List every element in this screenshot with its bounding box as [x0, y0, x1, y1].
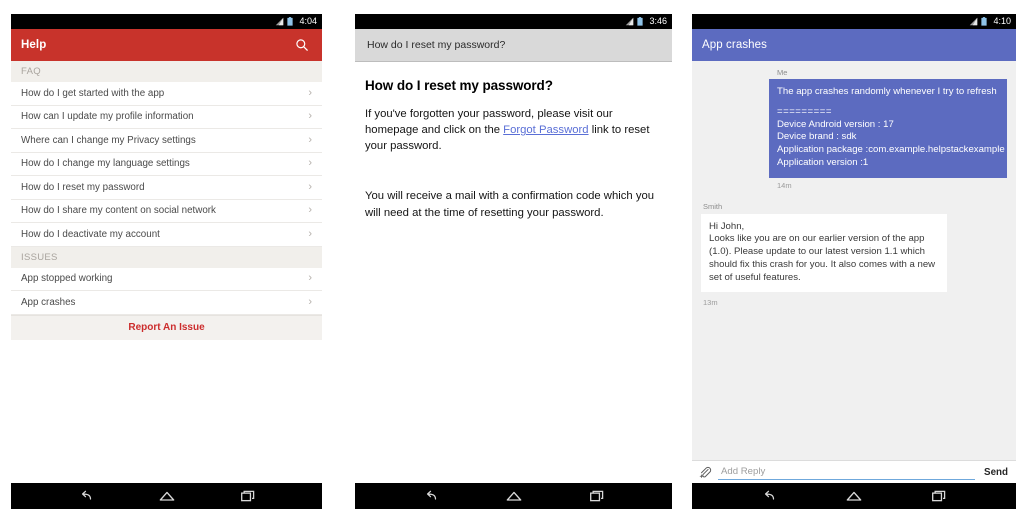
- chevron-right-icon: ›: [308, 272, 312, 285]
- message-bubble[interactable]: Hi John, Looks like you are on our earli…: [701, 213, 947, 293]
- android-nav-bar: [692, 483, 1016, 509]
- message-greeting: Hi John,: [709, 220, 745, 232]
- screenshot-stage: 4:04 Help FAQ How do I get started with …: [0, 0, 1024, 522]
- message-outgoing: Me The app crashes randomly whenever I t…: [701, 68, 1007, 190]
- list-item[interactable]: Where can I change my Privacy settings ›: [11, 129, 322, 153]
- chevron-right-icon: ›: [308, 133, 312, 146]
- search-icon[interactable]: [292, 35, 312, 55]
- chevron-right-icon: ›: [308, 204, 312, 217]
- article-paragraph-2: You will receive a mail with a confirmat…: [365, 190, 655, 219]
- list-item-label: How do I change my language settings: [21, 158, 190, 170]
- message-bubble[interactable]: The app crashes randomly whenever I try …: [769, 79, 1007, 178]
- status-bar-time: 3:46: [649, 16, 667, 26]
- chevron-right-icon: ›: [308, 157, 312, 170]
- message-body: Looks like you are on our earlier versio…: [709, 233, 936, 283]
- message-device-android-version: Device Android version : 17: [777, 118, 894, 130]
- report-an-issue-label: Report An Issue: [128, 322, 205, 333]
- list-item-label: How do I reset my password: [21, 181, 145, 193]
- article-heading: How do I reset my password?: [365, 78, 553, 93]
- home-icon[interactable]: [499, 486, 529, 506]
- message-author: Smith: [703, 201, 723, 211]
- message-application-package: Application package :com.example.helpsta…: [777, 144, 1005, 155]
- chevron-right-icon: ›: [308, 227, 312, 240]
- home-icon[interactable]: [152, 486, 182, 506]
- recents-icon[interactable]: [582, 486, 612, 506]
- back-icon[interactable]: [416, 486, 446, 506]
- list-item[interactable]: How do I change my language settings ›: [11, 152, 322, 176]
- status-bar: 4:10: [692, 14, 1016, 29]
- article-title-bar: How do I reset my password?: [355, 29, 672, 62]
- app-bar: App crashes: [692, 29, 1016, 61]
- list-item-label: How do I get started with the app: [21, 87, 165, 99]
- message-application-version: Application version :1: [777, 156, 869, 168]
- list-item[interactable]: How do I get started with the app ›: [11, 82, 322, 106]
- list-item-label: App crashes: [21, 296, 76, 308]
- forgot-password-link[interactable]: Forgot Password: [503, 124, 588, 136]
- section-header-faq: FAQ: [11, 61, 322, 82]
- message-timestamp: 13m: [703, 298, 718, 308]
- chevron-right-icon: ›: [308, 86, 312, 99]
- list-item-label: How do I deactivate my account: [21, 228, 160, 240]
- recents-icon[interactable]: [233, 486, 263, 506]
- chevron-right-icon: ›: [308, 295, 312, 308]
- send-button[interactable]: Send: [983, 467, 1009, 478]
- list-item[interactable]: How do I reset my password ›: [11, 176, 322, 200]
- chevron-right-icon: ›: [308, 110, 312, 123]
- list-item[interactable]: How can I update my profile information …: [11, 105, 322, 129]
- list-item-label: App stopped working: [21, 273, 113, 285]
- reply-input[interactable]: [718, 464, 976, 480]
- back-icon[interactable]: [71, 486, 101, 506]
- app-bar: Help: [11, 29, 322, 61]
- list-item[interactable]: App crashes ›: [11, 291, 322, 315]
- list-item[interactable]: How do I deactivate my account ›: [11, 223, 322, 247]
- help-list: FAQ How do I get started with the app › …: [11, 61, 322, 483]
- list-item-label: How do I share my content on social netw…: [21, 205, 216, 217]
- status-bar-time: 4:04: [299, 16, 317, 26]
- attachment-icon[interactable]: [697, 464, 713, 480]
- message-author: Me: [777, 68, 788, 77]
- android-nav-bar: [11, 483, 322, 509]
- message-line: The app crashes randomly whenever I try …: [777, 86, 997, 97]
- phone-screen-conversation: 4:10 App crashes Me The app crashes rand…: [692, 14, 1016, 509]
- recents-icon[interactable]: [924, 486, 954, 506]
- list-item-label: How can I update my profile information: [21, 111, 194, 123]
- status-bar-time: 4:10: [993, 16, 1011, 26]
- chevron-right-icon: ›: [308, 180, 312, 193]
- status-bar: 3:46: [355, 14, 672, 29]
- home-icon[interactable]: [839, 486, 869, 506]
- section-header-issues: ISSUES: [11, 246, 322, 268]
- page-title: App crashes: [702, 39, 768, 51]
- message-device-brand: Device brand : sdk: [777, 131, 857, 143]
- phone-screen-article: 3:46 How do I reset my password? How do …: [355, 14, 672, 509]
- message-incoming: Smith Hi John, Looks like you are on our…: [701, 196, 1007, 311]
- phone-screen-help-list: 4:04 Help FAQ How do I get started with …: [11, 14, 322, 509]
- message-separator: =========: [777, 105, 832, 117]
- page-title: Help: [21, 39, 47, 51]
- back-icon[interactable]: [754, 486, 784, 506]
- list-item[interactable]: How do I share my content on social netw…: [11, 199, 322, 223]
- message-timestamp: 14m: [777, 180, 792, 190]
- article-paragraph-1: If you've forgotten your password, pleas…: [365, 106, 660, 154]
- article-title-bar-label: How do I reset my password?: [367, 39, 506, 51]
- status-bar: 4:04: [11, 14, 322, 29]
- list-item-label: Where can I change my Privacy settings: [21, 134, 196, 146]
- reply-bar: Send: [692, 460, 1016, 483]
- message-thread: Me The app crashes randomly whenever I t…: [692, 61, 1016, 460]
- android-nav-bar: [355, 483, 672, 509]
- report-an-issue-button[interactable]: Report An Issue: [11, 314, 322, 340]
- list-item[interactable]: App stopped working ›: [11, 267, 322, 291]
- article-body: How do I reset my password? If you've fo…: [355, 62, 672, 483]
